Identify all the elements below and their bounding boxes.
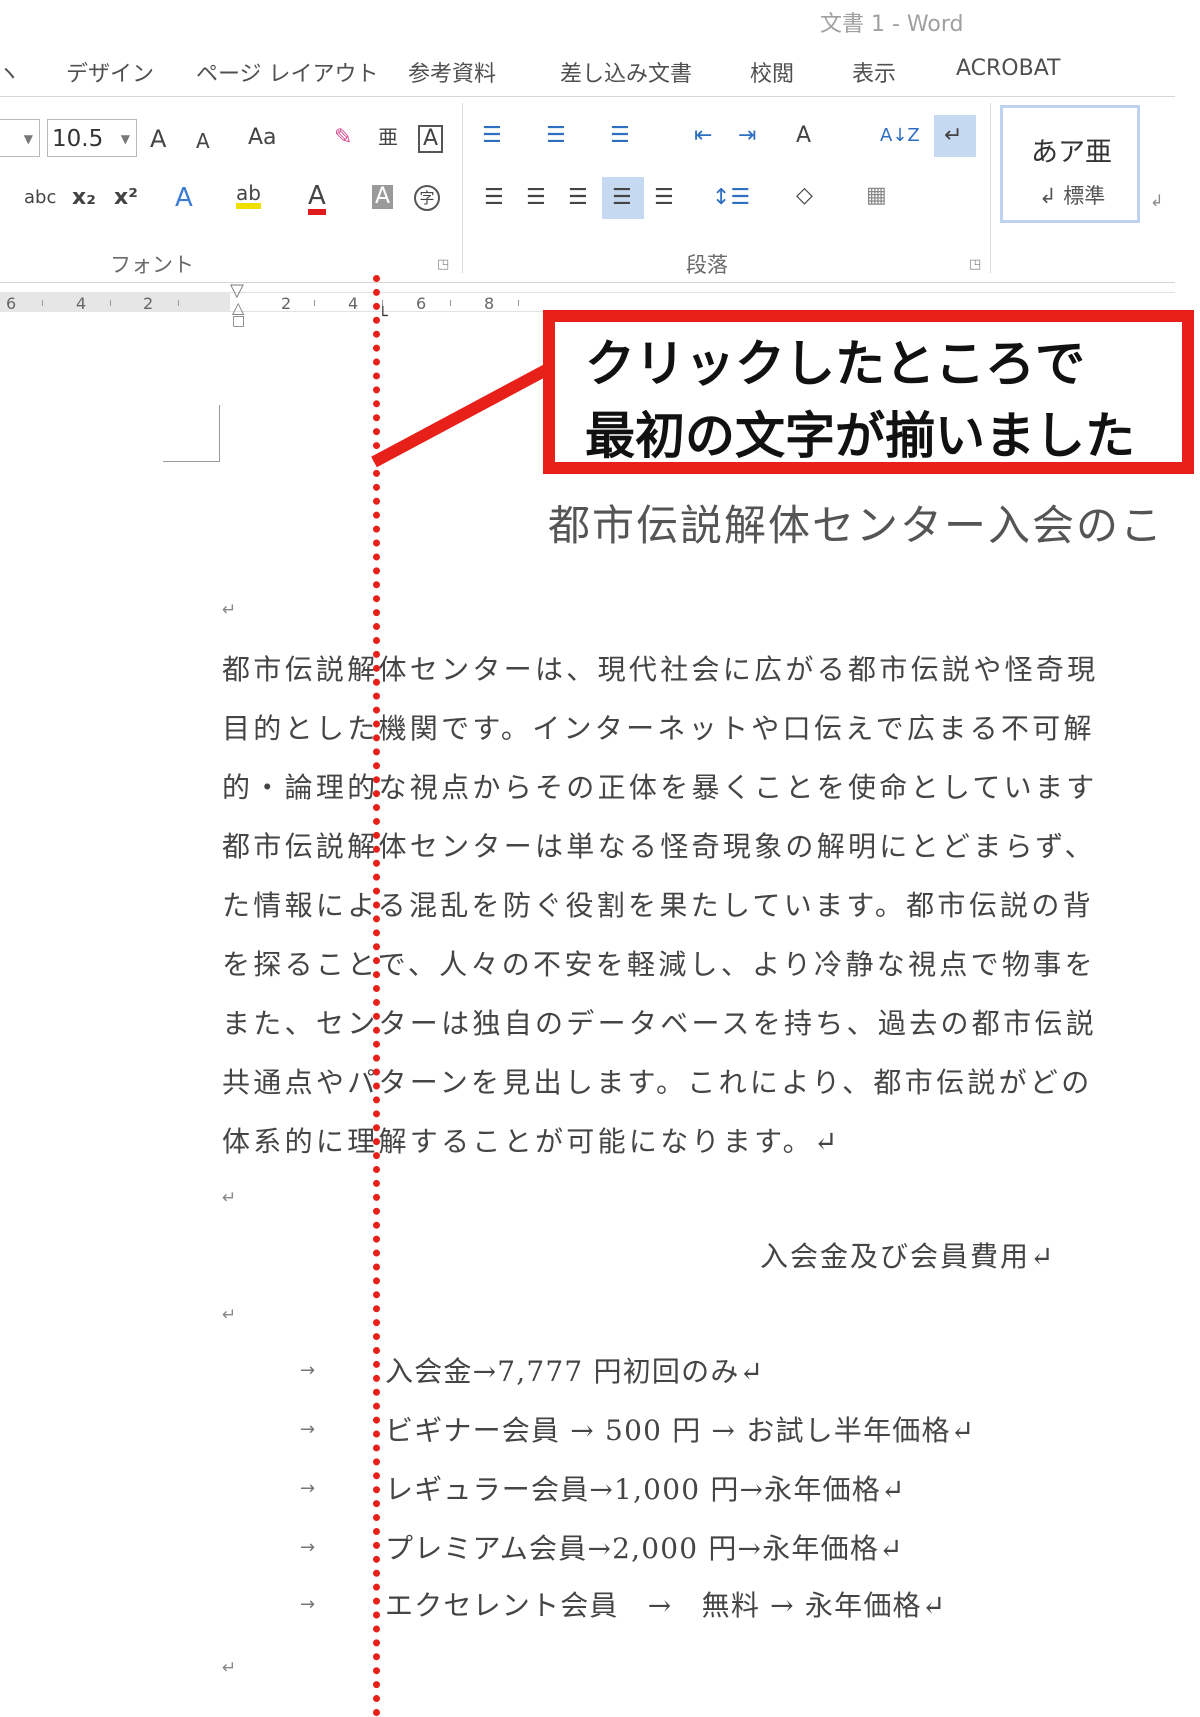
callout-line-2: 最初の文字が揃いました <box>585 407 1135 465</box>
callout-box: クリックしたところで 最初の文字が揃いました <box>543 310 1194 474</box>
callout-line-1: クリックしたところで <box>585 335 1085 393</box>
callout-connector-line <box>371 364 549 468</box>
callout-connector <box>371 364 549 468</box>
callout-text: クリックしたところで 最初の文字が揃いました <box>585 328 1135 472</box>
